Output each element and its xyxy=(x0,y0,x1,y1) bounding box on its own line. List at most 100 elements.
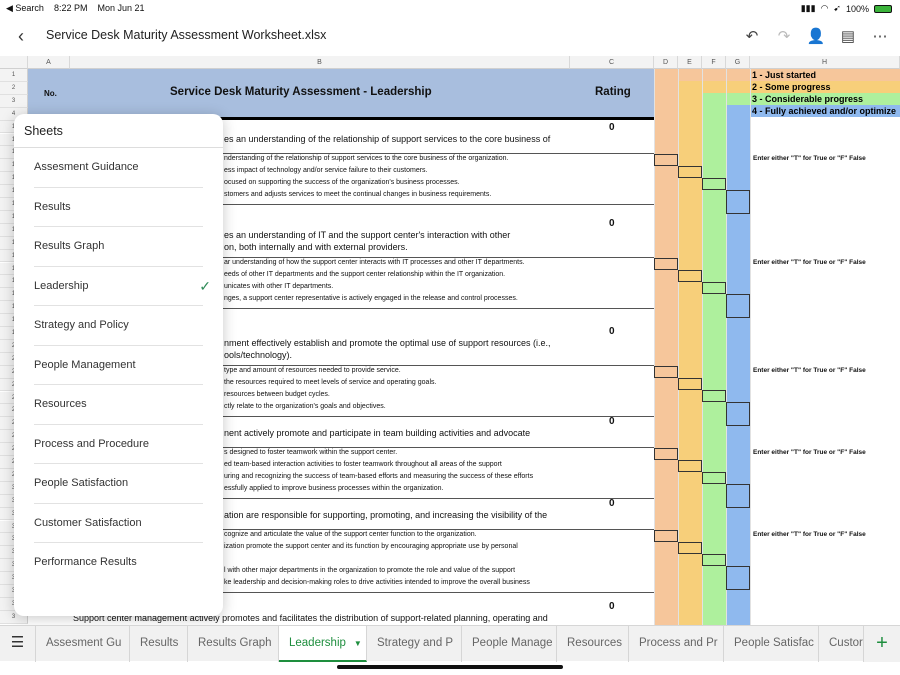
rating-input-cell[interactable] xyxy=(678,270,702,282)
sheet-list-item-label: Strategy and Policy xyxy=(34,319,129,331)
sheet-list-item[interactable]: Strategy and Policy xyxy=(34,306,203,346)
rating-input-cell[interactable] xyxy=(654,154,678,166)
sheet-tab[interactable]: Results xyxy=(130,626,188,662)
sheet-tab-label: Process and Pr xyxy=(639,637,718,649)
rating-input-cell[interactable] xyxy=(678,166,702,178)
rating-input-cell[interactable] xyxy=(654,366,678,378)
criteria-text: s designed to foster teamwork within the… xyxy=(224,449,398,456)
rating-input-cell[interactable] xyxy=(726,566,750,590)
wifi-icon: ◠ xyxy=(820,3,829,13)
rating-input-cell[interactable] xyxy=(702,390,726,402)
document-title: Service Desk Maturity Assessment Workshe… xyxy=(46,28,327,42)
column-header-a[interactable]: A xyxy=(28,56,70,69)
sheet-tab-label: Leadership xyxy=(289,637,346,649)
rating-input-cell[interactable] xyxy=(702,554,726,566)
column-gridline xyxy=(750,69,751,625)
sheet-list-item[interactable]: Results xyxy=(34,188,203,227)
rating-legend-item: 4 - Fully achieved and/or optimize xyxy=(752,106,897,116)
rating-input-cell[interactable] xyxy=(654,448,678,460)
home-indicator[interactable] xyxy=(337,665,563,669)
sheet-tab-label: Results Graph xyxy=(198,637,272,649)
rating-value: 0 xyxy=(609,122,615,133)
rating-input-cell[interactable] xyxy=(702,282,726,294)
criteria-text: the resources required to meet levels of… xyxy=(224,379,437,386)
sheet-tab-bar: ☰ Assesment Gu Results Results Graph Leader… xyxy=(0,625,900,662)
criteria-text: ed team-based interaction activities to … xyxy=(224,461,502,468)
undo-icon[interactable]: ↶ xyxy=(740,24,764,48)
sheet-tab-label: People Manage xyxy=(472,637,553,649)
sheet-tab[interactable]: Strategy and P xyxy=(367,626,462,662)
rating-input-cell[interactable] xyxy=(654,258,678,270)
column-header-d[interactable]: D xyxy=(654,56,678,69)
sheet-tab[interactable]: Assesment Gu xyxy=(36,626,130,662)
column-header-f[interactable]: F xyxy=(702,56,726,69)
rating-input-cell[interactable] xyxy=(678,460,702,472)
comment-icon[interactable]: ▤ xyxy=(836,24,860,48)
sheet-tab[interactable]: People Satisfac xyxy=(724,626,819,662)
sheet-list-item[interactable]: Process and Procedure xyxy=(34,425,203,464)
tab-dropdown-icon[interactable]: ▼ xyxy=(354,639,362,648)
column-gridline xyxy=(726,69,727,625)
sheet-tab[interactable]: Leadership ▼ xyxy=(279,626,367,662)
add-person-icon[interactable]: 👤 xyxy=(804,24,828,48)
sheet-list-item[interactable]: Leadership ✓ xyxy=(34,267,211,306)
rating-input-cell[interactable] xyxy=(726,484,750,508)
column-header-h[interactable]: H xyxy=(750,56,900,69)
select-all-corner[interactable] xyxy=(0,56,28,69)
back-chevron-icon[interactable]: ‹ xyxy=(10,25,32,47)
more-options-icon[interactable]: ⋯ xyxy=(868,24,892,48)
sheet-tab[interactable]: People Manage xyxy=(462,626,557,662)
row-header[interactable]: 2 xyxy=(0,81,28,95)
sheet-tab-label: People Satisfac xyxy=(734,637,814,649)
rating-legend-item: 1 - Just started xyxy=(752,70,817,80)
criteria-text: unicates with other IT departments. xyxy=(224,283,334,290)
sheet-list-item[interactable]: Results Graph xyxy=(34,227,203,267)
column-header-c[interactable]: C xyxy=(570,56,654,69)
sheet-tab[interactable]: Results Graph xyxy=(188,626,279,662)
sheet-tab[interactable]: Resources xyxy=(557,626,629,662)
column-header-b[interactable]: B xyxy=(70,56,570,69)
input-instruction: Enter either "T" for True or "F" False xyxy=(753,367,866,374)
sheet-list-item[interactable]: Customer Satisfaction xyxy=(34,504,203,543)
row-header[interactable]: 1 xyxy=(0,69,28,82)
column-header-e[interactable]: E xyxy=(678,56,702,69)
sheet-list-item[interactable]: People Satisfaction xyxy=(34,464,203,504)
sheet-list-item-label: People Satisfaction xyxy=(34,477,129,489)
sheet-list-item[interactable]: People Management xyxy=(34,346,203,385)
header-rating-label: Rating xyxy=(595,86,631,98)
sheet-list-item[interactable]: Performance Results xyxy=(34,543,203,583)
rating-input-cell[interactable] xyxy=(726,190,750,214)
sheet-list-item[interactable]: Assesment Guidance xyxy=(34,148,203,188)
back-to-app[interactable]: ◀ Search xyxy=(6,3,44,14)
header-number-label: No. xyxy=(44,89,57,98)
signal-icon: ▮▮▮ xyxy=(800,3,816,13)
rating-input-cell[interactable] xyxy=(726,294,750,318)
criteria-text: resources between budget cycles. xyxy=(224,391,330,398)
sheet-list-item-label: Results xyxy=(34,200,71,213)
checkmark-icon: ✓ xyxy=(199,277,211,294)
criteria-text: stomers and adjusts services to meet the… xyxy=(224,191,492,198)
sheet-tab[interactable]: Process and Pr xyxy=(629,626,724,662)
rating-input-cell[interactable] xyxy=(678,378,702,390)
column-header-g[interactable]: G xyxy=(726,56,750,69)
rating-input-cell[interactable] xyxy=(678,542,702,554)
rating-value: 0 xyxy=(609,601,615,612)
row-header[interactable]: 3 xyxy=(0,94,28,108)
rating-input-cell[interactable] xyxy=(702,472,726,484)
sheet-list-item-label: Assesment Guidance xyxy=(34,161,139,173)
rating-input-cell[interactable] xyxy=(726,402,750,426)
redo-icon[interactable]: ↷ xyxy=(772,24,796,48)
all-sheets-menu-icon[interactable]: ☰ xyxy=(0,626,36,662)
status-date: Mon Jun 21 xyxy=(97,3,145,13)
input-instruction: Enter either "T" for True or "F" False xyxy=(753,449,866,456)
sheets-panel-title: Sheets xyxy=(14,114,223,148)
criteria-text: cognize and articulate the value of the … xyxy=(224,531,477,538)
add-sheet-icon[interactable]: + xyxy=(864,626,900,662)
question-text-continued: on, both internally and with external pr… xyxy=(224,242,408,252)
question-text: es an understanding of IT and the suppor… xyxy=(224,230,511,240)
sheet-tab[interactable]: Custor xyxy=(819,626,864,662)
sheet-list-item[interactable]: Resources xyxy=(34,385,203,425)
sheets-panel: Sheets Assesment Guidance Results Results … xyxy=(14,114,223,616)
rating-input-cell[interactable] xyxy=(654,530,678,542)
rating-input-cell[interactable] xyxy=(702,178,726,190)
